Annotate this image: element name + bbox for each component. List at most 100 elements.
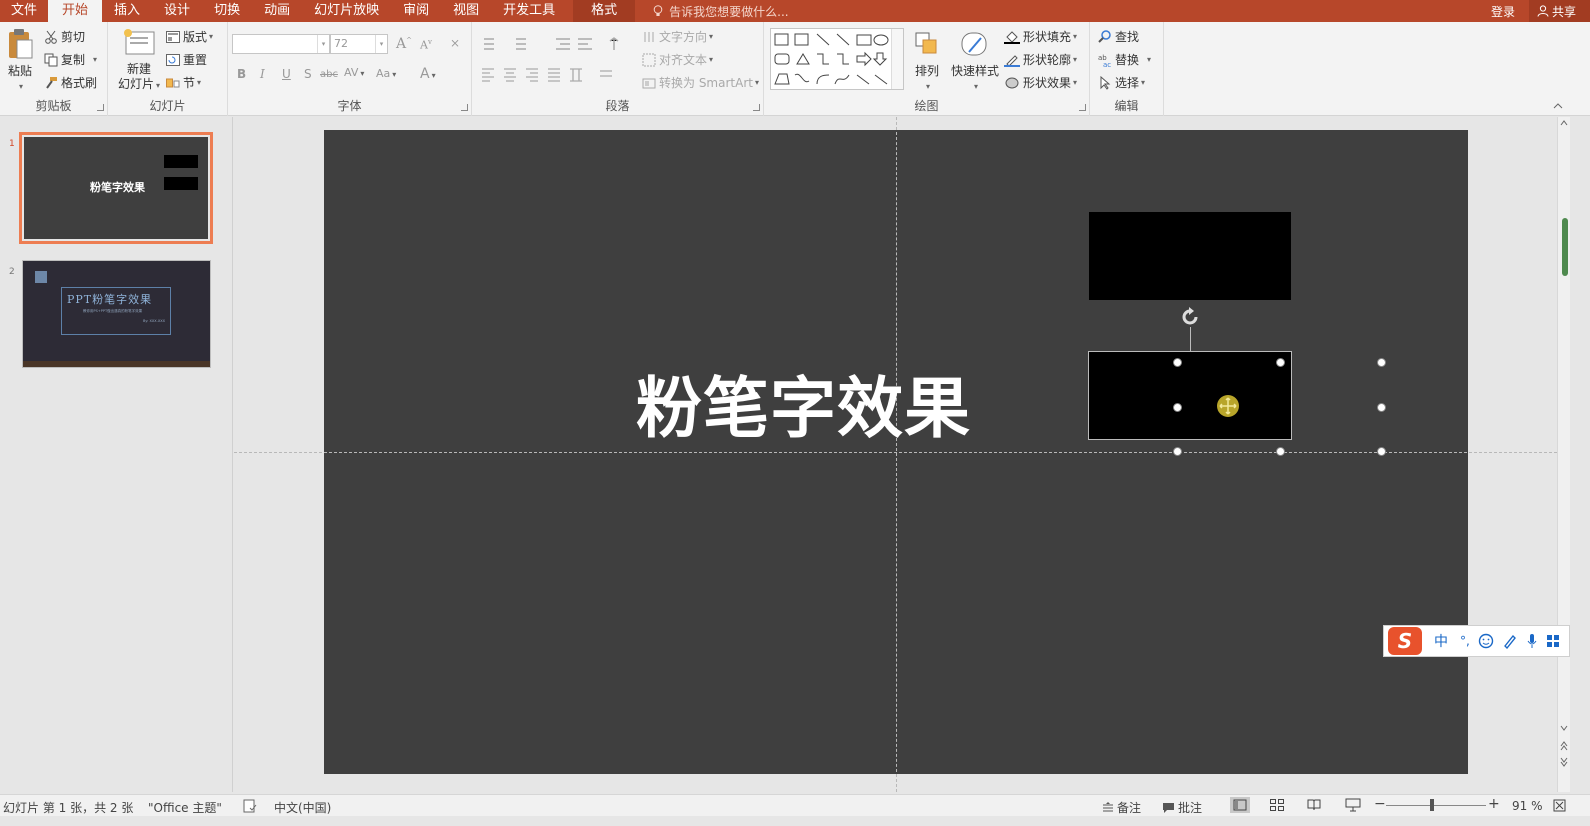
convert-smartart-button[interactable]: 转换为 SmartArt ▾: [642, 74, 759, 91]
clear-format-icon[interactable]: ⨯: [450, 36, 460, 50]
black-rectangle-selected[interactable]: [1088, 351, 1292, 440]
comments-button[interactable]: 批注: [1162, 799, 1202, 816]
accessibility-check-icon[interactable]: [243, 799, 257, 813]
replace-button[interactable]: ab ac 替换 ▾: [1098, 51, 1151, 68]
scroll-down-icon[interactable]: [1560, 725, 1568, 731]
tab-slideshow[interactable]: 幻灯片放映: [302, 0, 391, 22]
new-slide-button[interactable]: 新建 幻灯片 ▾: [114, 28, 164, 93]
slide-title-text[interactable]: 粉笔字效果: [636, 355, 970, 451]
share-button[interactable]: 共享: [1528, 0, 1590, 22]
reading-view-icon[interactable]: [1307, 799, 1321, 811]
char-spacing-button[interactable]: AV ▾: [344, 66, 364, 79]
tell-me-box[interactable]: 告诉我您想要做什么...: [653, 3, 789, 20]
quick-styles-dropdown-icon[interactable]: ▾: [952, 79, 1000, 94]
ime-punctuation[interactable]: °,: [1460, 634, 1470, 648]
section-button[interactable]: 节 ▾: [166, 74, 201, 91]
vertical-guide[interactable]: [896, 117, 897, 792]
cut-button[interactable]: 剪切: [44, 28, 85, 45]
tab-view[interactable]: 视图: [441, 0, 491, 22]
collapse-ribbon-icon[interactable]: [1552, 102, 1564, 110]
slide-thumbnail-1[interactable]: 粉笔字效果: [19, 132, 213, 244]
ime-toolbar[interactable]: S 中 °,: [1383, 625, 1570, 657]
paste-button[interactable]: 粘贴 ▾: [4, 28, 36, 94]
clipboard-launcher-icon[interactable]: [97, 104, 104, 111]
resize-handle-top-left[interactable]: [1173, 358, 1182, 367]
zoom-slider-knob[interactable]: [1430, 799, 1434, 811]
paragraph-launcher-icon[interactable]: [753, 104, 760, 111]
fit-to-window-icon[interactable]: [1553, 799, 1566, 812]
tab-home[interactable]: 开始: [48, 0, 103, 22]
font-name-combo[interactable]: ▾: [232, 34, 330, 54]
tab-file[interactable]: 文件: [0, 0, 48, 22]
select-button[interactable]: 选择 ▾: [1098, 74, 1145, 91]
layout-dropdown-icon[interactable]: ▾: [209, 32, 213, 41]
microphone-icon[interactable]: [1526, 633, 1538, 649]
tab-transitions[interactable]: 切换: [202, 0, 252, 22]
find-button[interactable]: 查找: [1098, 28, 1139, 45]
shapes-gallery-icons[interactable]: [773, 31, 893, 89]
shapes-gallery-scroll[interactable]: [891, 29, 903, 89]
paste-dropdown-icon[interactable]: ▾: [6, 79, 36, 94]
text-direction-button[interactable]: 文字方向 ▾: [642, 28, 713, 45]
arrange-dropdown-icon[interactable]: ▾: [912, 79, 944, 94]
sogou-logo-icon[interactable]: S: [1388, 627, 1422, 655]
copy-dropdown-icon[interactable]: ▾: [93, 55, 97, 64]
font-size-dropdown-icon[interactable]: ▾: [375, 35, 387, 53]
previous-slide-icon[interactable]: [1560, 741, 1568, 751]
font-name-dropdown-icon[interactable]: ▾: [317, 35, 329, 53]
copy-button[interactable]: 复制 ▾: [44, 51, 97, 68]
notes-button[interactable]: 备注: [1102, 799, 1141, 816]
tab-animations[interactable]: 动画: [252, 0, 302, 22]
font-launcher-icon[interactable]: [461, 104, 468, 111]
resize-handle-bottom-right[interactable]: [1377, 447, 1386, 456]
new-slide-dropdown-icon[interactable]: ▾: [156, 81, 160, 90]
arrange-button[interactable]: 排列 ▾: [910, 30, 944, 94]
shape-outline-button[interactable]: 形状轮廓 ▾: [1004, 51, 1077, 68]
grow-font-icon[interactable]: A^: [396, 36, 412, 52]
slide-sorter-icon[interactable]: [1270, 799, 1284, 811]
resize-handle-top-middle[interactable]: [1276, 358, 1285, 367]
zoom-in-icon[interactable]: +: [1488, 796, 1500, 812]
resize-handle-top-right[interactable]: [1377, 358, 1386, 367]
font-color-button[interactable]: A ▾: [420, 66, 436, 82]
shape-effects-button[interactable]: 形状效果 ▾: [1004, 74, 1077, 91]
font-size-combo[interactable]: 72 ▾: [330, 34, 388, 54]
login-button[interactable]: 登录: [1477, 3, 1529, 20]
shadow-button[interactable]: S: [304, 67, 312, 81]
black-rectangle-top[interactable]: [1089, 212, 1291, 300]
resize-handle-bottom-middle[interactable]: [1276, 447, 1285, 456]
change-case-button[interactable]: Aa ▾: [376, 67, 396, 80]
next-slide-icon[interactable]: [1560, 757, 1568, 767]
reset-button[interactable]: 重置: [166, 51, 207, 68]
tab-developer[interactable]: 开发工具: [491, 0, 567, 22]
tab-review[interactable]: 审阅: [391, 0, 441, 22]
bold-button[interactable]: B: [237, 67, 246, 81]
resize-handle-bottom-left[interactable]: [1173, 447, 1182, 456]
tab-design[interactable]: 设计: [152, 0, 202, 22]
ime-chinese-mode[interactable]: 中: [1434, 631, 1448, 651]
tab-format[interactable]: 格式: [573, 0, 636, 22]
zoom-slider[interactable]: [1386, 805, 1486, 806]
align-text-button[interactable]: 对齐文本 ▾: [642, 51, 713, 68]
toolbox-grid-icon[interactable]: [1546, 634, 1560, 648]
zoom-level-text[interactable]: 91 %: [1512, 799, 1543, 813]
shapes-gallery[interactable]: [770, 28, 904, 90]
italic-button[interactable]: I: [260, 67, 265, 81]
drawing-launcher-icon[interactable]: [1079, 104, 1086, 111]
scroll-up-icon[interactable]: [1560, 120, 1568, 126]
slide-thumbnail-2[interactable]: PPT粉笔字效果 教你用PS+PPT做出逼真的粉笔字效果 By: XXX.XXX: [22, 260, 211, 368]
paragraph-controls-top-icons[interactable]: [480, 36, 630, 52]
layout-button[interactable]: 版式 ▾: [166, 28, 213, 45]
emoji-icon[interactable]: [1478, 633, 1494, 649]
underline-button[interactable]: U: [282, 67, 291, 81]
normal-view-icon[interactable]: [1230, 797, 1250, 813]
resize-handle-middle-right[interactable]: [1377, 403, 1386, 412]
format-painter-button[interactable]: 格式刷: [44, 74, 97, 91]
slideshow-view-icon[interactable]: [1345, 798, 1361, 812]
tab-insert[interactable]: 插入: [102, 0, 152, 22]
zoom-out-icon[interactable]: −: [1374, 796, 1386, 812]
paragraph-align-icons[interactable]: [480, 66, 630, 82]
horizontal-guide[interactable]: [234, 452, 1557, 453]
rotate-handle-icon[interactable]: [1179, 306, 1201, 328]
shrink-font-icon[interactable]: Av: [420, 38, 432, 52]
